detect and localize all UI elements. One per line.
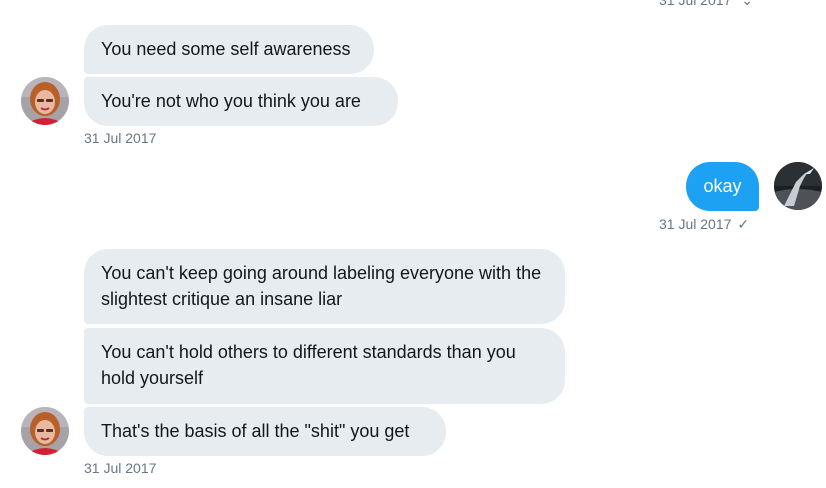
sender-avatar[interactable]: [21, 407, 69, 455]
incoming-message-bubble[interactable]: You need some self awareness: [84, 25, 374, 74]
message-text: okay: [703, 176, 742, 196]
message-text: You can't hold others to different stand…: [101, 342, 516, 388]
timestamp-text: 31 Jul 2017: [659, 0, 732, 8]
message-timestamp: 31 Jul 2017 ✓: [659, 216, 749, 232]
chevron-down-icon[interactable]: ⌄: [741, 0, 753, 8]
message-timestamp: 31 Jul 2017: [84, 460, 157, 476]
message-text: You can't keep going around labeling eve…: [101, 263, 542, 309]
own-avatar[interactable]: [774, 162, 822, 210]
message-text: You're not who you think you are: [101, 91, 361, 111]
sender-avatar[interactable]: [21, 77, 69, 125]
woman-avatar-icon: [21, 407, 69, 455]
message-text: That's the basis of all the "shit" you g…: [101, 421, 410, 441]
incoming-message-bubble[interactable]: You're not who you think you are: [84, 77, 398, 126]
incoming-message-bubble[interactable]: That's the basis of all the "shit" you g…: [84, 407, 446, 456]
message-text: You need some self awareness: [101, 39, 351, 59]
timestamp-text: 31 Jul 2017: [659, 216, 732, 232]
outgoing-message-bubble[interactable]: okay: [686, 162, 759, 211]
dark-figure-avatar-icon: [774, 162, 822, 210]
incoming-message-bubble[interactable]: You can't keep going around labeling eve…: [84, 249, 565, 324]
checkmark-icon: ✓: [737, 216, 750, 232]
incoming-message-bubble[interactable]: You can't hold others to different stand…: [84, 328, 565, 404]
message-timestamp: 31 Jul 2017: [84, 130, 157, 146]
woman-avatar-icon: [21, 77, 69, 125]
top-message-timestamp: 31 Jul 2017 ⌄: [659, 0, 753, 8]
